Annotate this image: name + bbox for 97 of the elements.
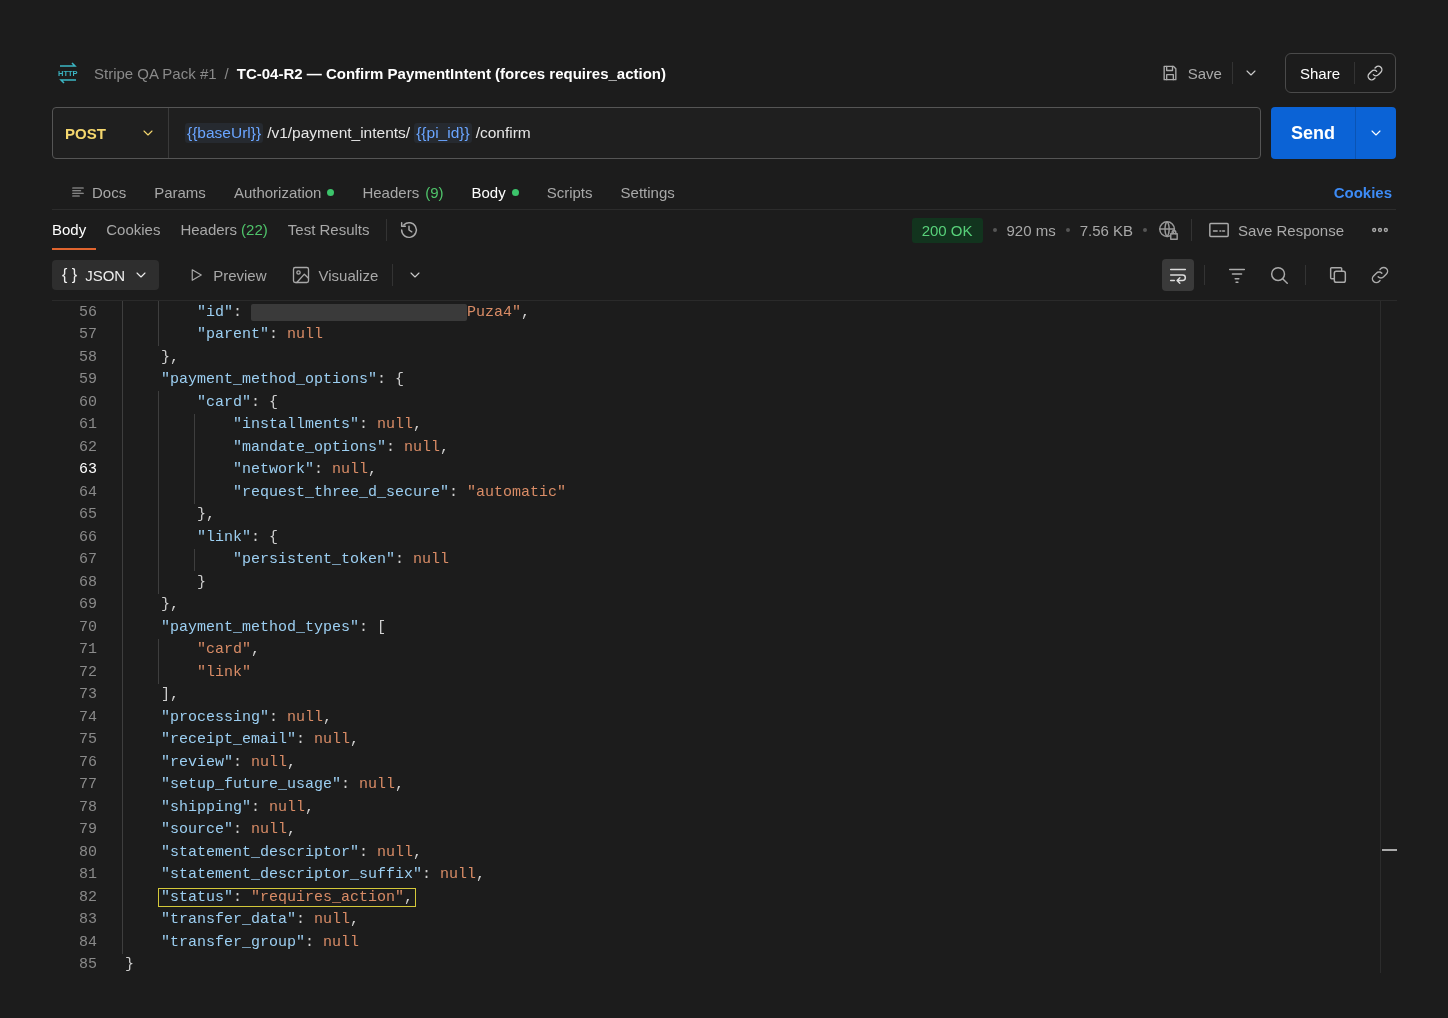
search-icon [1268,264,1290,286]
code-line: "statement_descriptor_suffix": null, [160,865,487,885]
line-number: 82 [78,888,97,906]
code-line: }, [196,505,216,525]
code-line: }, [160,347,180,367]
code-line: "source": null, [160,820,298,840]
line-number: 66 [78,528,97,546]
code-line: "payment_method_types": [ [160,617,388,637]
request-tab[interactable]: Scripts [532,175,607,209]
url-bar[interactable]: POST {{baseUrl}} /v1/payment_intents/ {{pi_id}} /confirm [52,107,1261,159]
line-number: 68 [78,573,97,591]
request-tab[interactable]: Body [457,175,533,209]
line-number: 63 [78,461,97,479]
line-number: 79 [78,821,97,839]
line-number: 58 [78,348,97,366]
request-tab[interactable]: Authorization [219,175,349,209]
response-tab[interactable]: Cookies [96,210,171,250]
line-number: 76 [78,753,97,771]
link-icon [1365,63,1385,83]
line-number: 65 [78,506,97,524]
line-number: 60 [78,393,97,411]
code-line: "persistent_token": null [232,550,451,570]
code-line: "transfer_data": null, [160,910,361,930]
code-line: "setup_future_usage": null, [160,775,406,795]
request-tab[interactable]: Settings [606,175,689,209]
code-line: "network": null, [232,460,379,480]
code-line: }, [160,595,180,615]
wrap-lines-button[interactable] [1162,259,1194,291]
preview-button[interactable]: Preview [177,260,277,290]
image-icon [290,265,311,285]
line-number: 74 [78,708,97,726]
request-tab[interactable]: Params [140,175,220,209]
line-number: 67 [78,551,97,569]
save-button[interactable]: Save [1149,57,1232,89]
line-number: 59 [78,371,97,389]
response-size: 7.56 KB [1079,221,1134,239]
line-number: 85 [78,956,97,973]
code-line: "receipt_email": null, [160,730,361,750]
code-line: "processing": null, [160,707,334,727]
line-number: 69 [78,596,97,614]
code-line: "payment_method_options": { [160,370,406,390]
line-number: 61 [78,416,97,434]
url-path: /confirm [475,124,531,142]
line-number: 84 [78,933,97,951]
cookies-link[interactable]: Cookies [1333,183,1392,201]
response-tab[interactable]: Test Results [277,210,380,250]
code-line: "review": null, [160,752,298,772]
line-number: 75 [78,731,97,749]
code-line: } [124,955,135,973]
copy-icon [1327,264,1349,286]
line-number: 71 [78,641,97,659]
line-number: 81 [78,866,97,884]
request-tab[interactable]: Docs [56,175,141,209]
status-badge: 200 OK [911,217,983,243]
url-path: /v1/payment_intents/ [267,124,411,142]
docs-icon [70,184,86,200]
code-line: "card", [196,640,262,660]
method-dropdown[interactable]: POST [53,108,169,158]
line-number: 56 [78,303,97,321]
line-number: 72 [78,663,97,681]
response-tab[interactable]: Headers (22) [170,210,278,250]
request-title: TC-04-R2 — Confirm PaymentIntent (forces requires_action) [236,64,666,82]
code-line: "link" [196,662,252,682]
response-tab[interactable]: Body [52,210,97,250]
line-number: 78 [78,798,97,816]
response-time: 920 ms [1006,221,1056,239]
code-line: "parent": null [196,325,325,345]
code-line: "card": { [196,392,280,412]
line-number: 77 [78,776,97,794]
code-line: "statement_descriptor": null, [160,842,424,862]
code-line: "transfer_group": null [160,932,361,952]
collection-name[interactable]: Stripe QA Pack #1 [94,64,217,82]
code-line: "request_three_d_secure": "automatic" [232,482,568,502]
code-line: ], [160,685,180,705]
line-number: 64 [78,483,97,501]
code-line: "installments": null, [232,415,424,435]
scrollbar[interactable] [1380,301,1397,973]
line-number: 83 [78,911,97,929]
share-button[interactable]: Share [1285,54,1354,92]
line-number: 62 [78,438,97,456]
line-number: 57 [78,326,97,344]
format-dropdown[interactable]: { } JSON [52,260,160,290]
request-tab[interactable]: Headers (9) [348,175,458,209]
url-variable: {{pi_id}} [414,123,472,143]
save-response-button[interactable]: Save Response [1202,218,1350,242]
visualize-button[interactable]: Visualize [280,259,389,291]
code-line: "link": { [196,527,280,547]
code-line: "shipping": null, [160,797,316,817]
line-number: 70 [78,618,97,636]
code-line: } [196,572,207,592]
link-icon [1369,264,1391,286]
line-number: 80 [78,843,97,861]
line-number: 73 [78,686,97,704]
code-line: "mandate_options": null, [232,437,451,457]
url-variable: {{baseUrl}} [185,123,264,143]
globe-lock-icon [1157,219,1180,241]
breadcrumb-separator: / [224,64,229,82]
